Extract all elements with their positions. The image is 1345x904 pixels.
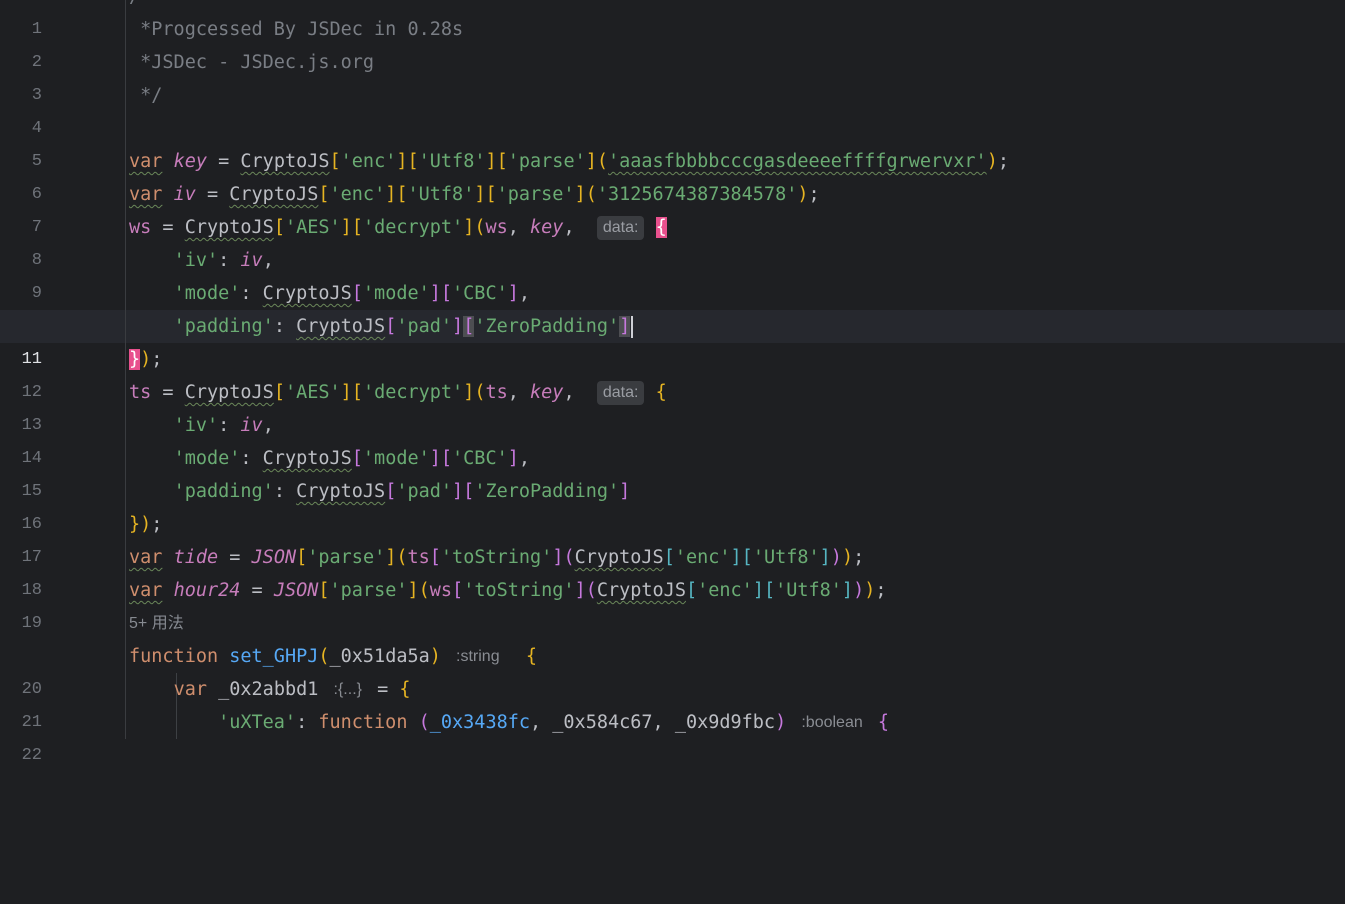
code-text: 'iv': iv, xyxy=(173,250,274,271)
matched-brace: { xyxy=(655,217,667,238)
code-line[interactable]: 10 'mode': CryptoJS['mode']['CBC'], xyxy=(0,277,1345,336)
code-text: ws = CryptoJS['AES']['decrypt'](ws, key,… xyxy=(129,216,667,240)
usage-hint[interactable]: 5+ 用法 xyxy=(129,607,184,640)
code-line[interactable]: 5 xyxy=(0,112,1345,171)
code-text: 'iv': iv, xyxy=(173,415,274,436)
comment-text: *JSDec - JSDec.js.org xyxy=(129,52,375,73)
code-line-active[interactable]: 11 'padding': CryptoJS['pad']['ZeroPaddi… xyxy=(0,310,1345,369)
code-line[interactable]: 15 'mode': CryptoJS['mode']['CBC'], xyxy=(0,442,1345,501)
code-line[interactable]: 6 var key = CryptoJS['enc']['Utf8']['par… xyxy=(0,145,1345,204)
code-text: var key = CryptoJS['enc']['Utf8']['parse… xyxy=(129,151,1009,172)
code-text: }); xyxy=(129,514,163,535)
code-text: 'padding': CryptoJS['pad']['ZeroPadding'… xyxy=(129,310,634,343)
text-cursor xyxy=(631,316,634,338)
code-line[interactable]: 22 'uXTea': function (_0x3438fc, _0x584c… xyxy=(0,706,1345,765)
code-editor[interactable]: 1 /* 2 *Progcessed By JSDec in 0.28s 3 *… xyxy=(0,0,1345,765)
code-text: var _0x2abbd1 :{...} = { xyxy=(173,679,411,700)
code-text: /* xyxy=(129,0,151,13)
code-line[interactable]: 18 var tide = JSON['parse'](ts['toString… xyxy=(0,541,1345,600)
code-line[interactable]: 13 ts = CryptoJS['AES']['decrypt'](ts, k… xyxy=(0,376,1345,435)
parameter-hint: data: xyxy=(596,381,645,405)
usage-hint-line[interactable]: 5+ 用法 xyxy=(0,607,1345,640)
code-line[interactable]: 19 var hour24 = JSON['parse'](ws['toStri… xyxy=(0,574,1345,633)
code-text: 'mode': CryptoJS['mode']['CBC'], xyxy=(173,448,531,469)
code-text: 'mode': CryptoJS['mode']['CBC'], xyxy=(173,283,531,304)
code-line[interactable]: 21 var _0x2abbd1 :{...} = { xyxy=(0,673,1345,732)
comment-text: *Progcessed By JSDec in 0.28s xyxy=(129,19,464,40)
line-number: 22 xyxy=(21,746,42,765)
code-text: 'uXTea': function (_0x3438fc, _0x584c67,… xyxy=(218,712,890,733)
code-text: var hour24 = JSON['parse'](ws['toString'… xyxy=(129,580,887,601)
code-line[interactable]: 1 /* xyxy=(0,0,1345,39)
code-line[interactable]: 12 }); xyxy=(0,343,1345,402)
code-text: }); xyxy=(129,349,163,370)
code-text: ts = CryptoJS['AES']['decrypt'](ts, key,… xyxy=(129,381,667,405)
code-line[interactable]: 14 'iv': iv, xyxy=(0,409,1345,468)
code-line[interactable]: 9 'iv': iv, xyxy=(0,244,1345,303)
code-line[interactable]: 17 }); xyxy=(0,508,1345,567)
code-line[interactable]: 2 *Progcessed By JSDec in 0.28s xyxy=(0,13,1345,72)
type-hint: :{...} xyxy=(333,681,362,698)
code-text: 'padding': CryptoJS['pad']['ZeroPadding'… xyxy=(173,481,631,502)
code-line[interactable]: 8 ws = CryptoJS['AES']['decrypt'](ws, ke… xyxy=(0,211,1345,270)
code-line[interactable]: 20 function set_GHPJ(_0x51da5a) :string … xyxy=(0,640,1345,699)
code-line[interactable]: 7 var iv = CryptoJS['enc']['Utf8']['pars… xyxy=(0,178,1345,237)
code-line[interactable]: 3 *JSDec - JSDec.js.org xyxy=(0,46,1345,105)
code-text: var tide = JSON['parse'](ts['toString'](… xyxy=(129,547,865,568)
code-line[interactable]: 4 */ xyxy=(0,79,1345,138)
code-text: var iv = CryptoJS['enc']['Utf8']['parse'… xyxy=(129,184,820,205)
code-text: function set_GHPJ(_0x51da5a) :string { xyxy=(129,646,538,667)
return-type-hint: :boolean xyxy=(801,714,863,731)
comment-text: */ xyxy=(129,85,163,106)
matched-brace: } xyxy=(129,349,141,370)
return-type-hint: :string xyxy=(456,648,500,665)
code-line[interactable]: 16 'padding': CryptoJS['pad']['ZeroPaddi… xyxy=(0,475,1345,534)
parameter-hint: data: xyxy=(596,216,645,240)
